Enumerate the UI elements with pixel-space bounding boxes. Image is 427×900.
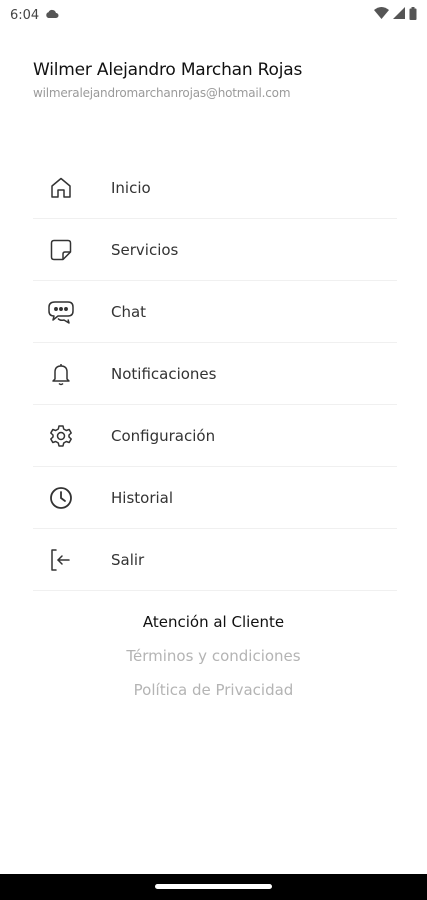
chat-icon: [46, 297, 76, 327]
battery-icon: [409, 6, 417, 24]
status-time: 6:04: [10, 7, 40, 23]
status-bar: 6:04: [0, 0, 427, 30]
menu-item-label: Servicios: [111, 240, 179, 259]
status-left: 6:04: [10, 8, 59, 23]
status-right: [374, 6, 417, 24]
menu-item-label: Notificaciones: [111, 364, 217, 383]
menu-item-servicios[interactable]: Servicios: [33, 219, 397, 281]
footer-links: Atención al Cliente Términos y condicion…: [0, 612, 427, 700]
profile-header: Wilmer Alejandro Marchan Rojas wilmerale…: [33, 60, 413, 100]
menu-item-label: Historial: [111, 488, 174, 507]
privacy-link[interactable]: Política de Privacidad: [0, 680, 427, 700]
profile-email: wilmeralejandromarchanrojas@hotmail.com: [33, 86, 291, 100]
logout-icon: [46, 545, 76, 575]
menu-item-salir[interactable]: Salir: [33, 529, 397, 591]
bell-icon: [46, 359, 76, 389]
menu-item-label: Inicio: [111, 178, 151, 197]
terms-link[interactable]: Términos y condiciones: [0, 646, 427, 666]
drawer-menu: Inicio Servicios Chat Notificaciones Con…: [33, 157, 397, 591]
menu-item-inicio[interactable]: Inicio: [33, 157, 397, 219]
menu-item-configuracion[interactable]: Configuración: [33, 405, 397, 467]
clock-icon: [46, 483, 76, 513]
signal-icon: [393, 7, 405, 23]
home-icon: [46, 173, 76, 203]
sticky-note-icon: [46, 235, 76, 265]
cloud-icon: [45, 8, 59, 23]
profile-name: Wilmer Alejandro Marchan Rojas: [33, 60, 303, 80]
menu-item-historial[interactable]: Historial: [33, 467, 397, 529]
wifi-icon: [374, 7, 389, 23]
home-indicator[interactable]: [155, 884, 272, 889]
menu-item-label: Configuración: [111, 426, 216, 445]
menu-item-chat[interactable]: Chat: [33, 281, 397, 343]
menu-item-label: Chat: [111, 302, 147, 321]
gear-icon: [46, 421, 76, 451]
menu-item-notificaciones[interactable]: Notificaciones: [33, 343, 397, 405]
menu-item-label: Salir: [111, 550, 145, 569]
system-nav-bar: [0, 874, 427, 900]
customer-service-link[interactable]: Atención al Cliente: [0, 612, 427, 632]
